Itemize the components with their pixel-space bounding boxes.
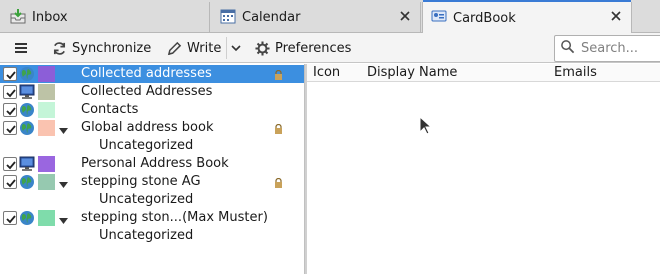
close-icon[interactable] bbox=[398, 9, 412, 23]
globe-icon bbox=[19, 174, 36, 190]
write-label: Write bbox=[187, 40, 222, 56]
address-book-label: Global address book bbox=[81, 120, 214, 135]
inbox-icon bbox=[10, 8, 26, 28]
lock-icon bbox=[274, 177, 283, 188]
address-book-color-swatch bbox=[38, 174, 55, 190]
address-book-label: Collected Addresses bbox=[81, 84, 213, 99]
address-book-row[interactable]: stepping ston...(Max Muster) bbox=[0, 209, 305, 227]
address-book-label: Personal Address Book bbox=[81, 156, 229, 171]
globe-icon bbox=[19, 102, 36, 118]
address-book-row[interactable]: Contacts bbox=[0, 101, 305, 119]
globe-icon bbox=[19, 120, 36, 136]
contacts-column-header: Icon Display Name Emails bbox=[307, 64, 660, 82]
mouse-pointer-icon bbox=[419, 115, 433, 140]
tab-calendar[interactable]: Calendar bbox=[211, 2, 421, 33]
column-header-display-name[interactable]: Display Name bbox=[367, 65, 457, 80]
address-book-color-swatch bbox=[38, 156, 55, 172]
search-box[interactable] bbox=[554, 35, 660, 62]
address-book-label: Collected addresses bbox=[81, 66, 212, 81]
category-label: Uncategorized bbox=[99, 138, 194, 153]
preferences-button[interactable]: Preferences bbox=[255, 37, 351, 59]
category-row[interactable]: Uncategorized bbox=[0, 137, 305, 155]
enable-checkbox[interactable] bbox=[3, 67, 17, 81]
computer-icon bbox=[19, 84, 36, 100]
address-book-row[interactable]: Collected addresses bbox=[0, 65, 305, 83]
lock-icon bbox=[274, 69, 283, 80]
tab-cardbook[interactable]: CardBook bbox=[422, 0, 632, 34]
address-book-row[interactable]: stepping stone AG bbox=[0, 173, 305, 191]
tab-label: CardBook bbox=[453, 10, 516, 26]
address-book-color-swatch bbox=[38, 102, 55, 118]
toolbar: Synchronize Write Preferences bbox=[0, 33, 660, 63]
enable-checkbox[interactable] bbox=[3, 157, 17, 171]
hamburger-menu-icon bbox=[13, 40, 29, 56]
computer-icon bbox=[19, 156, 36, 172]
pencil-icon bbox=[167, 41, 182, 56]
globe-icon bbox=[19, 66, 36, 82]
address-book-color-swatch bbox=[38, 66, 55, 82]
address-book-row[interactable]: Collected Addresses bbox=[0, 83, 305, 101]
enable-checkbox[interactable] bbox=[3, 85, 17, 99]
address-book-label: stepping stone AG bbox=[81, 174, 201, 189]
enable-checkbox[interactable] bbox=[3, 103, 17, 117]
address-book-label: stepping ston...(Max Muster) bbox=[81, 210, 268, 225]
address-book-color-swatch bbox=[38, 210, 55, 226]
globe-icon bbox=[19, 210, 36, 226]
expand-triangle-icon[interactable] bbox=[59, 124, 68, 134]
lock-icon bbox=[274, 123, 283, 134]
enable-checkbox[interactable] bbox=[3, 175, 17, 189]
category-label: Uncategorized bbox=[99, 192, 194, 207]
contacts-list: Icon Display Name Emails bbox=[307, 64, 660, 274]
search-icon bbox=[560, 39, 575, 58]
address-book-row[interactable]: Personal Address Book bbox=[0, 155, 305, 173]
column-header-icon[interactable]: Icon bbox=[313, 65, 340, 80]
tab-bar: Inbox Calendar CardBook bbox=[0, 0, 660, 34]
tab-inbox[interactable]: Inbox bbox=[0, 2, 210, 33]
write-dropdown-button[interactable] bbox=[226, 37, 241, 59]
enable-checkbox[interactable] bbox=[3, 211, 17, 225]
category-row[interactable]: Uncategorized bbox=[0, 227, 305, 245]
address-book-tree: Collected addresses Collected Addresses … bbox=[0, 64, 305, 274]
close-icon[interactable] bbox=[609, 9, 623, 23]
menu-button[interactable] bbox=[13, 37, 29, 59]
expand-triangle-icon[interactable] bbox=[59, 178, 68, 188]
address-book-row[interactable]: Global address book bbox=[0, 119, 305, 137]
column-header-emails[interactable]: Emails bbox=[554, 65, 597, 80]
address-book-color-swatch bbox=[38, 84, 55, 100]
preferences-label: Preferences bbox=[275, 40, 352, 56]
synchronize-label: Synchronize bbox=[72, 40, 152, 56]
chevron-down-icon bbox=[231, 43, 241, 53]
category-row[interactable]: Uncategorized bbox=[0, 191, 305, 209]
enable-checkbox[interactable] bbox=[3, 121, 17, 135]
search-input[interactable] bbox=[581, 41, 660, 56]
address-book-label: Contacts bbox=[81, 102, 139, 117]
write-button[interactable]: Write bbox=[167, 37, 221, 59]
cardbook-icon bbox=[431, 8, 447, 28]
gear-icon bbox=[255, 40, 270, 56]
calendar-icon bbox=[220, 8, 236, 28]
tab-label: Calendar bbox=[242, 10, 301, 25]
synchronize-button[interactable]: Synchronize bbox=[52, 37, 151, 59]
expand-triangle-icon[interactable] bbox=[59, 214, 68, 224]
address-book-color-swatch bbox=[38, 120, 55, 136]
category-label: Uncategorized bbox=[99, 228, 194, 243]
tab-label: Inbox bbox=[32, 10, 68, 25]
sync-icon bbox=[52, 41, 67, 56]
